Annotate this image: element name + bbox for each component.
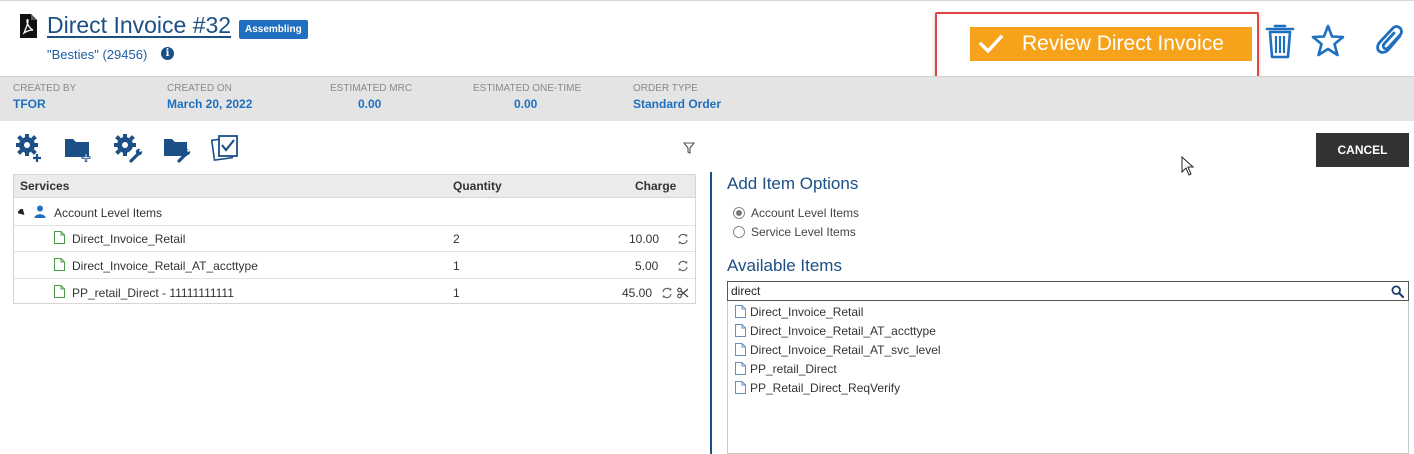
file-icon <box>54 258 65 271</box>
services-table: Services Quantity Charge Account Level I… <box>13 174 696 304</box>
service-charge: 5.00 <box>635 259 659 273</box>
refresh-icon[interactable] <box>677 260 689 272</box>
review-button-label: Review Direct Invoice <box>1022 32 1224 55</box>
meta-value-estimated-mrc: 0.00 <box>358 97 382 111</box>
add-service-gear-icon[interactable] <box>14 133 44 163</box>
user-icon <box>34 205 46 218</box>
refresh-icon[interactable] <box>677 233 689 245</box>
meta-value-created-by: TFOR <box>13 97 46 111</box>
file-icon <box>735 324 746 337</box>
file-icon <box>54 231 65 244</box>
radio-service-level-items[interactable] <box>733 226 745 238</box>
column-header-charge[interactable]: Charge <box>635 179 676 193</box>
service-quantity: 1 <box>453 259 460 273</box>
panel-divider <box>710 172 712 454</box>
available-item-label: Direct_Invoice_Retail_AT_accttype <box>750 324 936 338</box>
available-items-title: Available Items <box>727 256 842 275</box>
info-icon[interactable]: i <box>161 47 174 60</box>
review-direct-invoice-button[interactable]: Review Direct Invoice <box>970 27 1252 61</box>
file-icon <box>735 343 746 356</box>
service-charge: 45.00 <box>622 286 653 300</box>
meta-value-estimated-one-time: 0.00 <box>514 97 538 111</box>
paperclip-icon[interactable] <box>1374 22 1408 60</box>
cancel-button[interactable]: CANCEL <box>1316 133 1409 167</box>
top-border <box>0 0 1414 4</box>
page-title[interactable]: Direct Invoice #32 <box>47 12 231 39</box>
service-quantity: 2 <box>453 232 460 246</box>
star-icon[interactable] <box>1311 22 1345 60</box>
available-items-search <box>727 281 1409 301</box>
meta-value-order-type: Standard Order <box>633 97 722 111</box>
customer-link[interactable]: "Besties" (29456) <box>47 47 147 62</box>
service-name: Direct_Invoice_Retail_AT_accttype <box>72 259 258 273</box>
list-item[interactable]: Direct_Invoice_Retail_AT_svc_level <box>728 340 1408 359</box>
meta-value-created-on: March 20, 2022 <box>167 97 253 111</box>
file-icon <box>735 305 746 318</box>
meta-label-created-by: CREATED BY <box>13 83 77 94</box>
available-item-label: PP_Retail_Direct_ReqVerify <box>750 381 901 395</box>
file-icon <box>735 381 746 394</box>
column-header-quantity[interactable]: Quantity <box>453 179 502 193</box>
available-item-label: Direct_Invoice_Retail <box>750 305 864 319</box>
column-header-services[interactable]: Services <box>20 179 69 193</box>
add-item-options-title: Add Item Options <box>727 174 859 193</box>
table-row[interactable]: Direct_Invoice_Retail_AT_accttype 1 5.00 <box>14 252 695 279</box>
radio-account-level-items[interactable] <box>733 207 745 219</box>
available-item-label: PP_retail_Direct <box>750 362 837 376</box>
radio-label-account-level-items[interactable]: Account Level Items <box>751 206 859 220</box>
add-folder-icon[interactable] <box>63 133 93 163</box>
group-row-account-level[interactable]: Account Level Items <box>14 199 695 226</box>
trash-icon[interactable] <box>1263 22 1297 60</box>
list-item[interactable]: Direct_Invoice_Retail_AT_accttype <box>728 321 1408 340</box>
services-table-header: Services Quantity Charge <box>14 175 695 198</box>
radio-label-service-level-items[interactable]: Service Level Items <box>751 225 856 239</box>
list-item[interactable]: PP_Retail_Direct_ReqVerify <box>728 378 1408 397</box>
table-row[interactable]: PP_retail_Direct - 11111111111 1 45.00 <box>14 279 695 306</box>
scissors-icon[interactable] <box>677 287 689 299</box>
collapse-triangle-icon[interactable] <box>18 209 26 216</box>
order-meta-bar: CREATED BY TFOR CREATED ON March 20, 202… <box>0 76 1414 121</box>
status-badge: Assembling <box>239 20 308 39</box>
table-row[interactable]: Direct_Invoice_Retail 2 10.00 <box>14 225 695 252</box>
list-item[interactable]: Direct_Invoice_Retail <box>728 302 1408 321</box>
service-quantity: 1 <box>453 286 460 300</box>
service-name: Direct_Invoice_Retail <box>72 232 186 246</box>
filter-icon[interactable] <box>683 142 695 154</box>
service-name: PP_retail_Direct - 11111111111 <box>72 286 234 300</box>
available-items-list: Direct_Invoice_Retail Direct_Invoice_Ret… <box>727 301 1409 454</box>
meta-label-estimated-one-time: ESTIMATED ONE-TIME <box>473 83 582 94</box>
folder-wrench-icon[interactable] <box>162 133 192 163</box>
service-charge: 10.00 <box>629 232 660 246</box>
file-icon <box>54 285 65 298</box>
check-icon <box>978 34 1004 54</box>
meta-label-estimated-mrc: ESTIMATED MRC <box>330 83 413 94</box>
meta-label-created-on: CREATED ON <box>167 83 232 94</box>
search-icon[interactable] <box>1391 285 1404 298</box>
file-icon <box>735 362 746 375</box>
checklist-icon[interactable] <box>211 133 241 163</box>
group-label: Account Level Items <box>54 206 163 220</box>
meta-label-order-type: ORDER TYPE <box>633 83 698 94</box>
available-item-label: Direct_Invoice_Retail_AT_svc_level <box>750 343 941 357</box>
search-input[interactable] <box>731 283 1381 299</box>
pdf-icon <box>20 14 37 38</box>
refresh-icon[interactable] <box>661 287 673 299</box>
mouse-cursor-icon <box>1181 156 1195 176</box>
configure-gear-icon[interactable] <box>113 133 143 163</box>
list-item[interactable]: PP_retail_Direct <box>728 359 1408 378</box>
